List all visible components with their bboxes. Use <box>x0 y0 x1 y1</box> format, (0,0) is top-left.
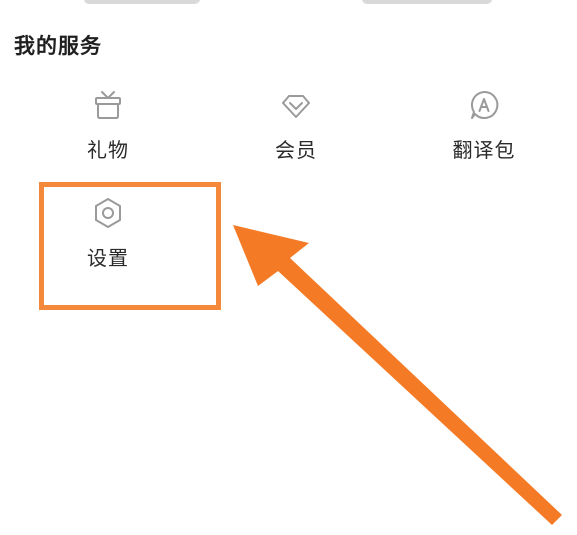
top-cutoff-item-right <box>362 0 492 4</box>
service-settings-label: 设置 <box>87 246 129 270</box>
gift-box-icon <box>95 91 121 119</box>
service-translation-pack-label: 翻译包 <box>452 138 516 162</box>
section-title: 我的服务 <box>14 34 102 58</box>
service-gift-label: 礼物 <box>87 138 129 162</box>
service-vip[interactable]: 会员 <box>236 88 356 184</box>
service-vip-label: 会员 <box>275 138 317 162</box>
top-cutoff-item-left <box>84 0 200 4</box>
service-settings[interactable]: 设置 <box>48 196 168 292</box>
service-translation-pack[interactable]: 翻译包 <box>424 88 544 184</box>
service-gift[interactable]: 礼物 <box>48 88 168 184</box>
translate-bubble-icon <box>471 90 499 119</box>
diamond-icon <box>282 95 310 118</box>
hexagon-gear-icon <box>95 198 121 228</box>
